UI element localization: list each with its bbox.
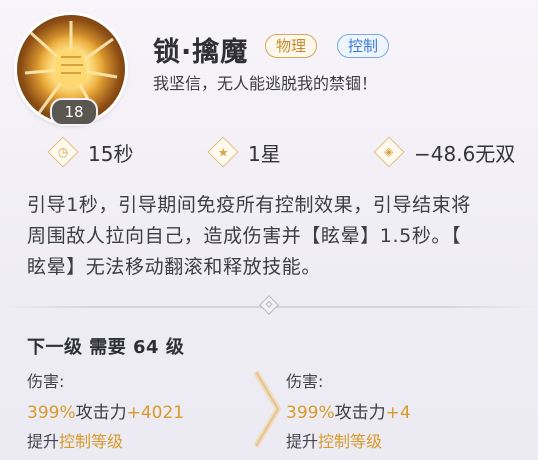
skill-description: 引导1秒，引导期间免疫所有控制效果，引导结束将 周围敌人拉向自己，造成伤害并【眩… [27, 190, 525, 283]
skill-quote: 我坚信，无人能逃脱我的禁锢！ [153, 74, 378, 93]
star-icon: ★ [207, 136, 239, 168]
divider-gem-icon [259, 295, 279, 315]
musou-icon: ◈ [373, 136, 405, 168]
stat-musou: ◈ −48.6无双 [373, 136, 516, 168]
next-damage-plus: +4 [385, 403, 411, 423]
musou-value: −48.6无双 [414, 141, 516, 166]
stat-stars: ★ 1星 [207, 136, 281, 168]
next-level-requirement: 下一级 需要 64 级 [27, 337, 185, 358]
chevron-right-icon [253, 370, 281, 448]
clock-icon: ◷ [47, 136, 79, 168]
next-damage-stat: 攻击力 [334, 403, 386, 423]
description-line: 眩晕】无法移动翻滚和释放技能。 [27, 256, 322, 278]
current-damage-label: 伤害: [27, 372, 65, 391]
next-upgrade-hint: 提升控制等级 [286, 428, 382, 452]
skill-title: 锁·擒魔 [153, 37, 249, 68]
next-damage-pct: 399% [286, 403, 335, 423]
tag-physical: 物理 [265, 34, 318, 58]
stat-cooldown: ◷ 15秒 [47, 136, 134, 168]
skill-level-badge: 18 [50, 98, 98, 126]
next-damage-value: 399%攻击力+4 [286, 398, 411, 423]
current-damage-stat: 攻击力 [75, 403, 127, 423]
tag-control: 控制 [337, 34, 390, 58]
current-damage-pct: 399% [27, 403, 76, 423]
current-upgrade-highlight: 控制等级 [59, 432, 124, 451]
cooldown-value: 15秒 [88, 141, 134, 166]
stars-value: 1星 [248, 141, 281, 166]
description-line: 周围敌人拉向自己，造成伤害并【眩晕】1.5秒。【 [27, 225, 462, 247]
current-upgrade-hint: 提升控制等级 [27, 428, 123, 452]
next-damage-label: 伤害: [286, 372, 324, 391]
description-line: 引导1秒，引导期间免疫所有控制效果，引导结束将 [27, 194, 471, 216]
current-upgrade-prefix: 提升 [27, 432, 60, 451]
next-upgrade-prefix: 提升 [286, 432, 319, 451]
next-upgrade-highlight: 控制等级 [318, 432, 383, 451]
current-damage-value: 399%攻击力+4021 [27, 398, 184, 423]
current-damage-plus: +4021 [126, 403, 185, 423]
skill-card: 18 锁·擒魔 物理 控制 我坚信，无人能逃脱我的禁锢！ ◷ 15秒 ★ 1星 … [0, 0, 538, 460]
